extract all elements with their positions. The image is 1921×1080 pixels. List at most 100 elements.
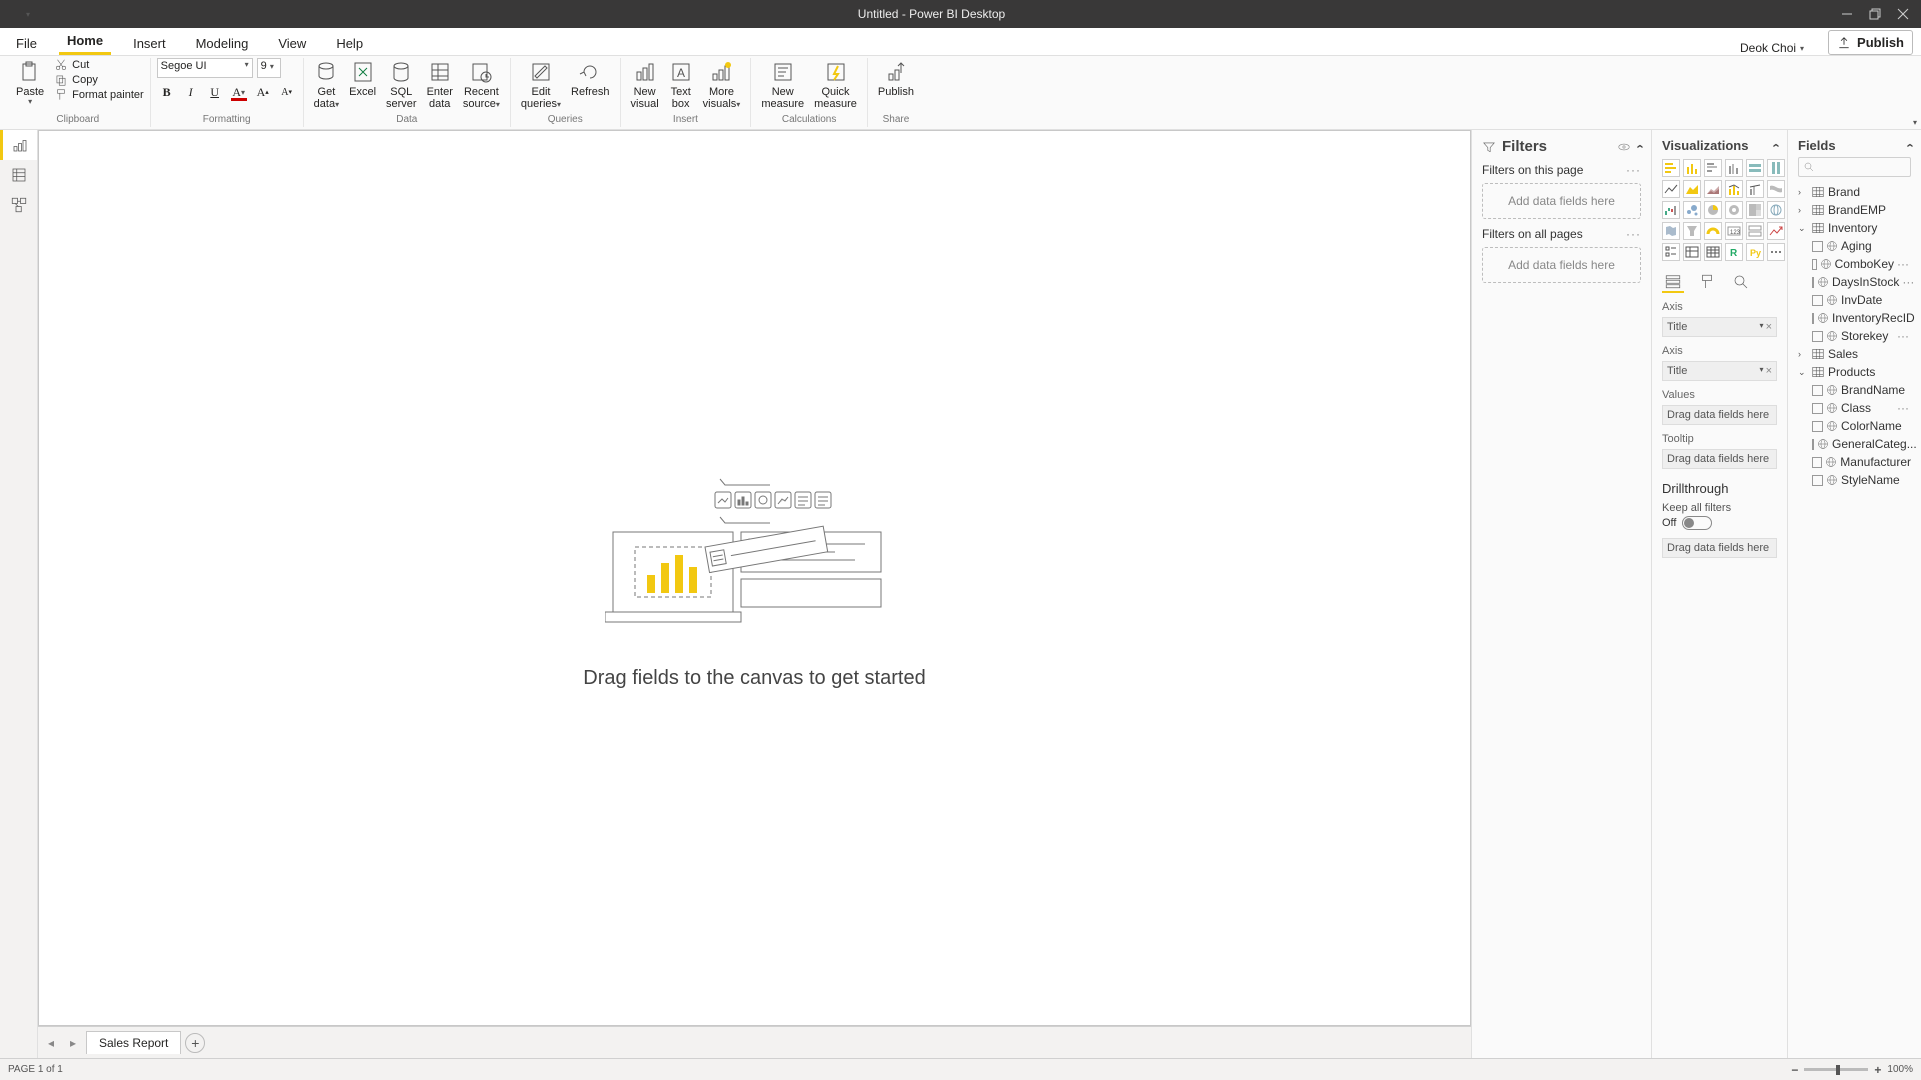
font-family-select[interactable]: Segoe UI <box>157 58 253 78</box>
viz-multicard-icon[interactable] <box>1746 222 1764 240</box>
table-node[interactable]: ⌄Inventory <box>1798 219 1911 237</box>
field-checkbox[interactable] <box>1812 403 1823 414</box>
field-node[interactable]: InventoryRecID <box>1798 309 1911 327</box>
more-icon[interactable]: ··· <box>1897 401 1911 415</box>
italic-button[interactable]: I <box>181 82 201 102</box>
excel-button[interactable]: Excel <box>345 58 380 98</box>
axis-well-2[interactable]: Title× <box>1662 361 1777 381</box>
format-painter-button[interactable]: Format painter <box>54 88 144 102</box>
grow-font-button[interactable]: A▴ <box>253 82 273 102</box>
text-box-button[interactable]: AText box <box>665 58 697 110</box>
viz-treemap-icon[interactable] <box>1746 201 1764 219</box>
minimize-button[interactable] <box>1833 0 1861 28</box>
zoom-out-button[interactable]: − <box>1791 1063 1798 1077</box>
field-checkbox[interactable] <box>1812 331 1823 342</box>
new-measure-button[interactable]: New measure <box>757 58 808 110</box>
menu-home[interactable]: Home <box>59 29 111 55</box>
field-node[interactable]: GeneralCateg... <box>1798 435 1911 453</box>
menu-file[interactable]: File <box>8 32 45 55</box>
shrink-font-button[interactable]: A▾ <box>277 82 297 102</box>
viz-card-icon[interactable]: 123 <box>1725 222 1743 240</box>
viz-waterfall-icon[interactable] <box>1662 201 1680 219</box>
underline-button[interactable]: U <box>205 82 225 102</box>
viz-100-stacked-column-icon[interactable] <box>1767 159 1785 177</box>
viz-slicer-icon[interactable] <box>1662 243 1680 261</box>
field-node[interactable]: Class··· <box>1798 399 1911 417</box>
account-menu[interactable]: Deok Choi <box>1730 41 1814 55</box>
viz-table-icon[interactable] <box>1683 243 1701 261</box>
field-checkbox[interactable] <box>1812 313 1814 324</box>
field-checkbox[interactable] <box>1812 439 1814 450</box>
page-filter-well[interactable]: Add data fields here <box>1482 183 1641 219</box>
field-node[interactable]: StyleName <box>1798 471 1911 489</box>
chevron-down-icon[interactable] <box>1760 321 1764 333</box>
remove-icon[interactable]: × <box>1766 321 1772 333</box>
viz-100-stacked-bar-icon[interactable] <box>1746 159 1764 177</box>
axis-well-1[interactable]: Title× <box>1662 317 1777 337</box>
close-button[interactable] <box>1889 0 1917 28</box>
page-next-button[interactable]: ▸ <box>64 1036 82 1050</box>
viz-pie-icon[interactable] <box>1704 201 1722 219</box>
collapse-pane-icon[interactable]: › <box>1901 143 1916 147</box>
field-node[interactable]: InvDate <box>1798 291 1911 309</box>
viz-funnel-icon[interactable] <box>1683 222 1701 240</box>
viz-stacked-area-icon[interactable] <box>1704 180 1722 198</box>
field-checkbox[interactable] <box>1812 385 1823 396</box>
viz-clustered-bar-icon[interactable] <box>1704 159 1722 177</box>
font-color-button[interactable]: A <box>229 82 249 102</box>
field-node[interactable]: Manufacturer <box>1798 453 1911 471</box>
viz-line-icon[interactable] <box>1662 180 1680 198</box>
field-checkbox[interactable] <box>1812 421 1823 432</box>
viz-scatter-icon[interactable] <box>1683 201 1701 219</box>
get-data-button[interactable]: Get data <box>310 58 343 110</box>
drillthrough-well[interactable]: Drag data fields here <box>1662 538 1777 558</box>
viz-fields-tab[interactable] <box>1662 271 1684 293</box>
field-node[interactable]: DaysInStock··· <box>1798 273 1911 291</box>
font-size-select[interactable]: 9 <box>257 58 281 78</box>
edit-queries-button[interactable]: Edit queries <box>517 58 565 110</box>
cut-button[interactable]: Cut <box>54 58 144 72</box>
field-node[interactable]: ComboKey··· <box>1798 255 1911 273</box>
tooltip-well[interactable]: Drag data fields here <box>1662 449 1777 469</box>
table-node[interactable]: ›BrandEMP <box>1798 201 1911 219</box>
zoom-in-button[interactable]: + <box>1874 1063 1881 1077</box>
keep-filters-toggle[interactable] <box>1682 516 1712 530</box>
eye-icon[interactable] <box>1617 140 1631 154</box>
all-pages-filter-well[interactable]: Add data fields here <box>1482 247 1641 283</box>
field-checkbox[interactable] <box>1812 475 1823 486</box>
more-visuals-button[interactable]: More visuals <box>699 58 745 110</box>
field-node[interactable]: Storekey··· <box>1798 327 1911 345</box>
menu-insert[interactable]: Insert <box>125 32 174 55</box>
viz-format-tab[interactable] <box>1696 271 1718 293</box>
sql-server-button[interactable]: SQL server <box>382 58 421 110</box>
enter-data-button[interactable]: Enter data <box>423 58 457 110</box>
add-page-button[interactable]: + <box>185 1033 205 1053</box>
field-node[interactable]: BrandName <box>1798 381 1911 399</box>
more-icon[interactable]: ··· <box>1902 275 1916 289</box>
paste-button[interactable]: Paste <box>12 58 48 107</box>
viz-ribbon-icon[interactable] <box>1767 180 1785 198</box>
recent-sources-button[interactable]: Recent source <box>459 58 504 110</box>
viz-more-icon[interactable] <box>1767 243 1785 261</box>
viz-kpi-icon[interactable] <box>1767 222 1785 240</box>
viz-py-icon[interactable]: Py <box>1746 243 1764 261</box>
field-checkbox[interactable] <box>1812 295 1823 306</box>
quick-measure-button[interactable]: Quick measure <box>810 58 861 110</box>
values-well[interactable]: Drag data fields here <box>1662 405 1777 425</box>
viz-gauge-icon[interactable] <box>1704 222 1722 240</box>
more-icon[interactable]: ··· <box>1897 257 1911 271</box>
restore-button[interactable] <box>1861 0 1889 28</box>
viz-stacked-column-icon[interactable] <box>1683 159 1701 177</box>
view-data-button[interactable] <box>0 160 37 190</box>
copy-button[interactable]: Copy <box>54 73 144 87</box>
viz-matrix-icon[interactable] <box>1704 243 1722 261</box>
zoom-control[interactable]: − + 100% <box>1791 1063 1913 1077</box>
field-checkbox[interactable] <box>1812 241 1823 252</box>
viz-r-icon[interactable]: R <box>1725 243 1743 261</box>
more-icon[interactable]: ··· <box>1626 227 1641 241</box>
new-visual-button[interactable]: New visual <box>627 58 663 110</box>
page-tab[interactable]: Sales Report <box>86 1031 181 1054</box>
report-canvas[interactable]: Drag fields to the canvas to get started <box>38 130 1471 1026</box>
viz-line-clustered-icon[interactable] <box>1746 180 1764 198</box>
table-node[interactable]: ⌄Products <box>1798 363 1911 381</box>
